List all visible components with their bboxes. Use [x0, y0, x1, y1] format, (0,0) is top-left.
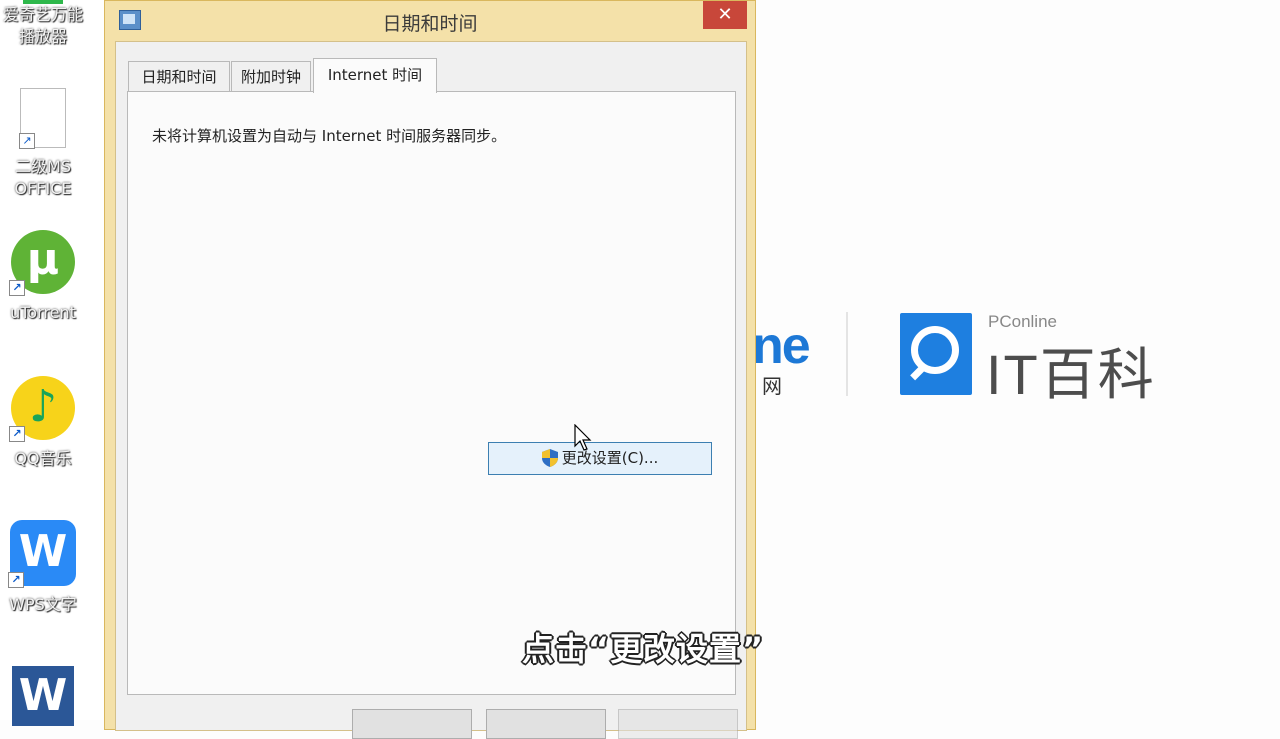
sync-status-message: 未将计算机设置为自动与 Internet 时间服务器同步。 [152, 127, 507, 145]
brand-pconline-text: PConline [988, 312, 1057, 331]
wps-writer-icon: W ↗ [8, 520, 76, 588]
desktop-icon-label: 二级MS [15, 157, 71, 176]
word-icon: W [12, 666, 74, 726]
cancel-button[interactable] [486, 709, 606, 739]
document-icon: ↗ [19, 88, 66, 149]
desktop-icon-qq-music[interactable]: ♪ ↗ QQ音乐 [0, 376, 86, 470]
desktop-icon-wps-writer[interactable]: W ↗ WPS文字 [0, 520, 86, 616]
desktop-icon-label: 播放器 [18, 27, 67, 46]
desktop-icon-label: uTorrent [10, 303, 76, 322]
uac-shield-icon [541, 449, 558, 467]
tab-date-time[interactable]: 日期和时间 [128, 61, 230, 91]
shortcut-arrow-icon: ↗ [8, 572, 24, 588]
brand-fragment-chinese: 网 [762, 374, 782, 398]
desktop-icon-label: 爱奇艺万能 [2, 5, 83, 24]
internet-time-panel: 未将计算机设置为自动与 Internet 时间服务器同步。 更改设置(C)... [127, 91, 736, 695]
video-subtitle: 点击“更改设置” [522, 630, 765, 668]
desktop-icon-ms-office[interactable]: ↗ 二级MS OFFICE [0, 88, 86, 200]
change-settings-button[interactable]: 更改设置(C)... [488, 442, 712, 475]
close-button[interactable]: ✕ [703, 1, 747, 29]
tab-additional-clocks[interactable]: 附加时钟 [231, 61, 311, 91]
mouse-cursor-icon [574, 424, 592, 451]
brand-fragment: ne [752, 317, 811, 375]
shortcut-arrow-icon: ↗ [9, 280, 25, 296]
desktop-icon-label: OFFICE [14, 179, 72, 198]
ok-button[interactable] [352, 709, 472, 739]
desktop-icon-utorrent[interactable]: μ ↗ uTorrent [0, 230, 86, 324]
utorrent-icon: μ ↗ [9, 230, 75, 296]
desktop-icons: 爱奇艺万能 播放器 ↗ 二级MS OFFICE μ ↗ uTorrent ♪ ↗… [0, 0, 104, 726]
dialog-title: 日期和时间 [382, 13, 478, 35]
desktop-icon-word[interactable]: W [0, 666, 86, 726]
tab-internet-time[interactable]: Internet 时间 [313, 58, 437, 93]
iqiyi-icon [23, 0, 63, 4]
qq-music-icon: ♪ ↗ [9, 376, 75, 442]
desktop-icon-label: WPS文字 [9, 595, 77, 614]
desktop-icon-label: QQ音乐 [14, 449, 72, 468]
desktop-icon-iqiyi[interactable]: 爱奇艺万能 播放器 [0, 0, 86, 48]
shortcut-arrow-icon: ↗ [19, 133, 35, 149]
brand-it-baike-text: IT百科 [986, 343, 1156, 406]
apply-button[interactable] [618, 709, 738, 739]
title-bar[interactable]: 日期和时间 ✕ [105, 1, 755, 41]
pconline-logo-icon [900, 313, 972, 395]
date-time-dialog: 日期和时间 ✕ 日期和时间 附加时钟 Internet 时间 未将计算机设置为自… [104, 0, 756, 739]
shortcut-arrow-icon: ↗ [9, 426, 25, 442]
brand-divider [846, 312, 848, 396]
